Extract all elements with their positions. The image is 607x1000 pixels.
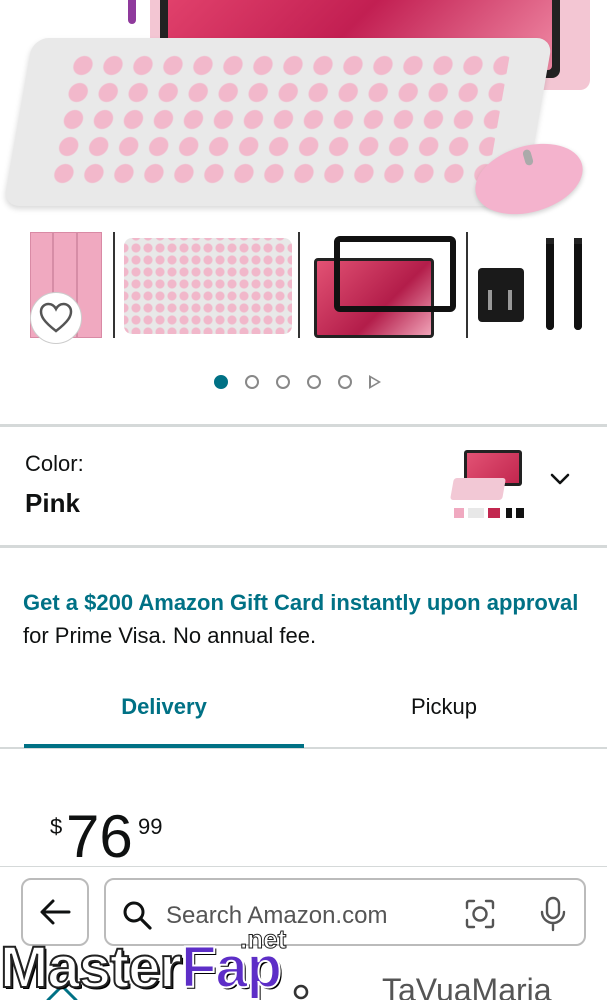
stylus-image	[128, 0, 136, 24]
divider	[0, 424, 607, 427]
promo-detail-text: for Prime Visa. No annual fee.	[23, 623, 317, 648]
heart-icon	[39, 302, 73, 333]
keyboard-image	[3, 38, 553, 206]
camera-lens-icon[interactable]	[464, 898, 496, 930]
watermark-logo: MasterFap .net	[0, 924, 320, 1000]
carousel-dot[interactable]	[245, 375, 259, 389]
bottom-nav-partial-text: TaVuaMaria	[382, 972, 552, 1000]
play-video-icon[interactable]	[369, 375, 381, 389]
divider	[0, 545, 607, 548]
chevron-down-icon[interactable]	[549, 468, 571, 490]
carousel-dot[interactable]	[276, 375, 290, 389]
color-swatch-thumbnail[interactable]	[450, 450, 526, 520]
watermark-tld: .net	[239, 924, 287, 955]
arrow-left-icon	[40, 899, 71, 925]
gift-card-offer-link[interactable]: Get a $200 Amazon Gift Card instantly up…	[23, 590, 578, 615]
carousel-dot-active[interactable]	[214, 375, 228, 389]
prime-visa-promo: Get a $200 Amazon Gift Card instantly up…	[23, 586, 583, 652]
product-hero-image[interactable]	[0, 0, 607, 222]
thumbnail-screen-protector[interactable]	[312, 228, 458, 346]
thumbnail-charger-cable[interactable]	[474, 228, 604, 346]
microphone-icon[interactable]	[538, 896, 568, 932]
color-label: Color:	[25, 451, 84, 476]
price-whole: 76	[66, 803, 133, 870]
carousel-dot[interactable]	[307, 375, 321, 389]
add-to-wishlist-button[interactable]	[30, 292, 82, 344]
adapter-image	[478, 268, 524, 322]
color-value: Pink	[25, 488, 80, 518]
divider	[298, 232, 300, 338]
carousel-dot[interactable]	[338, 375, 352, 389]
tab-active-indicator	[24, 744, 304, 748]
divider	[466, 232, 468, 338]
watermark-main: Master	[0, 934, 183, 1000]
price-fraction: 99	[138, 814, 163, 839]
thumbnail-strip	[0, 228, 607, 346]
search-icon	[123, 901, 152, 930]
thumbnail-keyboard[interactable]	[124, 228, 292, 346]
price-currency-symbol: $	[50, 814, 63, 839]
tab-delivery[interactable]: Delivery	[24, 694, 304, 720]
carousel-indicator	[214, 372, 381, 392]
tab-pickup[interactable]: Pickup	[304, 694, 584, 720]
divider	[113, 232, 115, 338]
